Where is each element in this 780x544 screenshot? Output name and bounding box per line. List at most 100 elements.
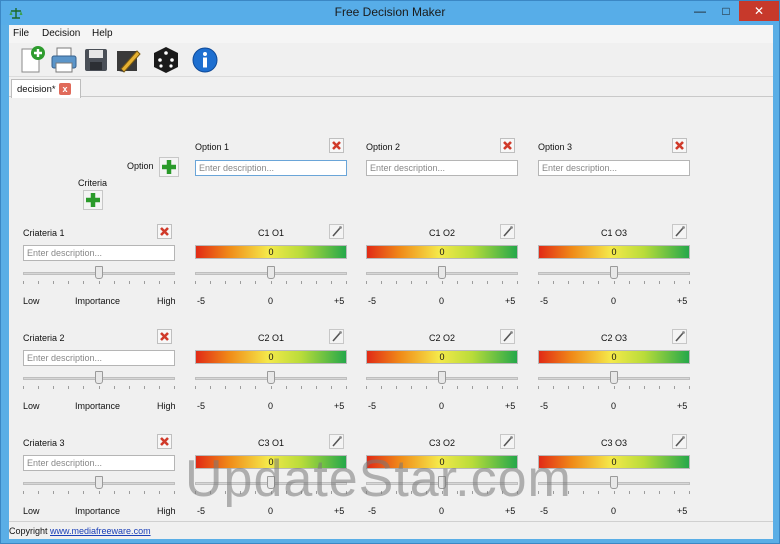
tick-mark bbox=[426, 386, 427, 389]
score-slider-thumb[interactable] bbox=[438, 371, 446, 384]
importance-slider-ticks bbox=[23, 281, 175, 285]
maximize-button[interactable]: □ bbox=[713, 1, 739, 21]
status-bar: Copyright www.mediafreeware.com bbox=[9, 521, 773, 539]
close-window-button[interactable]: ✕ bbox=[739, 1, 779, 21]
tick-mark bbox=[114, 281, 115, 284]
wand-icon[interactable] bbox=[672, 329, 687, 344]
criteria-description-input[interactable]: Enter description... bbox=[23, 350, 175, 366]
tick-mark bbox=[144, 281, 145, 284]
tick-mark bbox=[598, 491, 599, 494]
tick-mark bbox=[286, 281, 287, 284]
importance-high-label: High bbox=[157, 296, 176, 306]
tick-mark bbox=[487, 281, 488, 284]
delete-criteria-button[interactable] bbox=[157, 434, 172, 449]
delete-option-button[interactable] bbox=[672, 138, 687, 153]
edit-icon[interactable] bbox=[113, 45, 143, 75]
tab-close-icon[interactable]: x bbox=[59, 83, 71, 95]
wand-icon[interactable] bbox=[329, 434, 344, 449]
scale-max-label: +5 bbox=[334, 296, 345, 306]
tick-mark bbox=[538, 281, 539, 284]
tick-mark bbox=[195, 386, 196, 389]
menu-decision[interactable]: Decision bbox=[42, 28, 80, 39]
delete-criteria-button[interactable] bbox=[157, 329, 172, 344]
score-slider-thumb[interactable] bbox=[610, 266, 618, 279]
wand-icon[interactable] bbox=[500, 329, 515, 344]
score-value: 0 bbox=[439, 247, 445, 257]
print-icon[interactable] bbox=[49, 45, 79, 75]
importance-low-label: Low bbox=[23, 401, 40, 411]
importance-slider-ticks bbox=[23, 491, 175, 495]
copyright-prefix: Copyright bbox=[9, 526, 51, 536]
score-slider-ticks bbox=[538, 281, 690, 285]
tick-mark bbox=[553, 386, 554, 389]
tick-mark bbox=[517, 281, 518, 284]
tick-mark bbox=[53, 386, 54, 389]
option-description-input[interactable]: Enter description... bbox=[366, 160, 518, 176]
new-icon[interactable] bbox=[17, 45, 47, 75]
delete-option-button[interactable] bbox=[329, 138, 344, 153]
wand-icon[interactable] bbox=[500, 224, 515, 239]
minimize-button[interactable]: — bbox=[687, 1, 713, 21]
tick-mark bbox=[553, 281, 554, 284]
tick-mark bbox=[487, 386, 488, 389]
title-bar: Free Decision Maker — □ ✕ bbox=[1, 1, 779, 25]
scale-min-label: -5 bbox=[540, 401, 549, 411]
toolbar bbox=[9, 43, 773, 77]
cell-label: C1 O1 bbox=[257, 228, 284, 238]
tick-mark bbox=[23, 491, 24, 494]
wand-icon[interactable] bbox=[500, 434, 515, 449]
menu-file[interactable]: File bbox=[13, 28, 29, 39]
menu-help[interactable]: Help bbox=[92, 28, 113, 39]
info-icon[interactable] bbox=[190, 45, 220, 75]
tick-mark bbox=[144, 491, 145, 494]
website-link[interactable]: www.mediafreeware.com bbox=[50, 526, 151, 536]
wand-icon[interactable] bbox=[329, 329, 344, 344]
wand-icon[interactable] bbox=[672, 224, 687, 239]
importance-high-label: High bbox=[157, 506, 176, 516]
dice-icon[interactable] bbox=[151, 45, 181, 75]
tick-mark bbox=[331, 281, 332, 284]
cell-label: C2 O3 bbox=[600, 333, 627, 343]
score-slider-ticks bbox=[538, 386, 690, 390]
score-slider-thumb[interactable] bbox=[610, 371, 618, 384]
importance-slider-thumb[interactable] bbox=[95, 371, 103, 384]
criteria-description-input[interactable]: Enter description... bbox=[23, 455, 175, 471]
option-description-input[interactable]: Enter description... bbox=[538, 160, 690, 176]
score-slider-thumb[interactable] bbox=[267, 266, 275, 279]
wand-icon[interactable] bbox=[672, 434, 687, 449]
tick-mark bbox=[144, 386, 145, 389]
add-option-button[interactable] bbox=[159, 157, 179, 177]
delete-criteria-button[interactable] bbox=[157, 224, 172, 239]
option-description-input[interactable]: Enter description... bbox=[195, 160, 347, 176]
tick-mark bbox=[689, 386, 690, 389]
cell-label: C3 O1 bbox=[257, 438, 284, 448]
score-slider-ticks bbox=[195, 281, 347, 285]
cell-label: C2 O1 bbox=[257, 333, 284, 343]
score-value: 0 bbox=[611, 352, 617, 362]
score-slider-thumb[interactable] bbox=[267, 371, 275, 384]
tick-mark bbox=[346, 386, 347, 389]
tick-mark bbox=[195, 281, 196, 284]
tick-mark bbox=[301, 281, 302, 284]
tick-mark bbox=[583, 281, 584, 284]
tick-mark bbox=[114, 491, 115, 494]
criteria-description-input[interactable]: Enter description... bbox=[23, 245, 175, 261]
importance-slider-thumb[interactable] bbox=[95, 476, 103, 489]
tab-strip: decision* x bbox=[9, 77, 773, 98]
importance-slider-thumb[interactable] bbox=[95, 266, 103, 279]
tick-mark bbox=[346, 281, 347, 284]
delete-option-button[interactable] bbox=[500, 138, 515, 153]
score-slider-thumb[interactable] bbox=[438, 266, 446, 279]
score-slider-thumb[interactable] bbox=[610, 476, 618, 489]
score-slider-ticks bbox=[366, 281, 518, 285]
add-criteria-button[interactable] bbox=[83, 190, 103, 210]
criteria-add-label: Criteria bbox=[78, 178, 108, 188]
scale-max-label: +5 bbox=[334, 401, 345, 411]
save-icon[interactable] bbox=[81, 45, 111, 75]
criteria-label: Criateria 2 bbox=[23, 333, 65, 343]
tab-decision[interactable]: decision* x bbox=[11, 79, 81, 98]
tick-mark bbox=[99, 491, 100, 494]
wand-icon[interactable] bbox=[329, 224, 344, 239]
tick-mark bbox=[83, 491, 84, 494]
tick-mark bbox=[99, 281, 100, 284]
